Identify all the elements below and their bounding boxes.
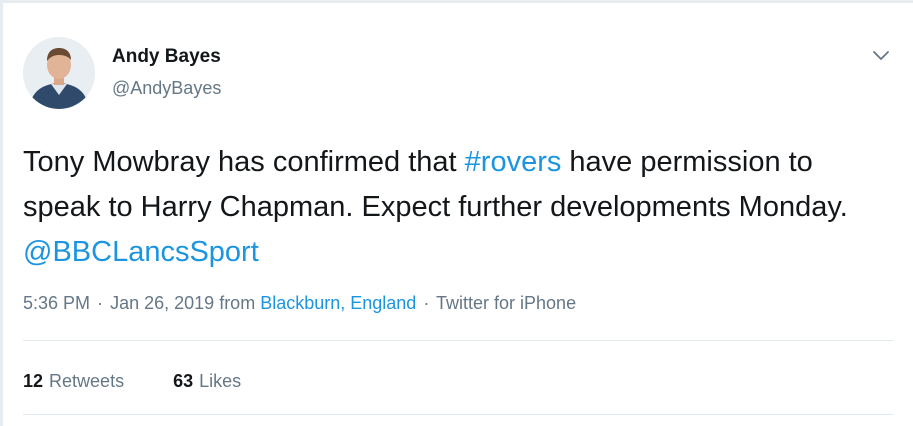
tweet-source[interactable]: Twitter for iPhone <box>436 293 576 313</box>
meta-separator: · <box>97 293 104 313</box>
tweet-date[interactable]: Jan 26, 2019 <box>110 293 214 313</box>
likes-label: Likes <box>199 371 242 391</box>
tweet-text-part: Tony Mowbray has confirmed that <box>23 146 465 178</box>
tweet-text: Tony Mowbray has confirmed that #rovers … <box>23 140 883 275</box>
tweet-card: Andy Bayes @AndyBayes Tony Mowbray has c… <box>3 3 913 426</box>
mention-link[interactable]: @BBCLancsSport <box>23 236 259 268</box>
retweets-label: Retweets <box>49 371 125 391</box>
avatar[interactable] <box>23 37 95 109</box>
author-display-name[interactable]: Andy Bayes <box>112 46 221 68</box>
chevron-down-icon[interactable] <box>869 43 893 67</box>
author-handle[interactable]: @AndyBayes <box>112 78 221 99</box>
meta-separator: · <box>423 293 430 313</box>
tweet-stats: 12 Retweets 63 Likes <box>23 371 241 392</box>
location-link[interactable]: Blackburn, England <box>260 293 416 313</box>
retweets-stat[interactable]: 12 Retweets <box>23 371 124 392</box>
from-label: from <box>219 293 256 313</box>
retweets-count: 12 <box>23 371 44 391</box>
tweet-meta: 5:36 PM · Jan 26, 2019 from Blackburn, E… <box>23 293 576 314</box>
likes-stat[interactable]: 63 Likes <box>173 371 241 392</box>
avatar-photo <box>23 37 95 109</box>
divider-bottom <box>23 414 893 415</box>
tweet-time[interactable]: 5:36 PM <box>23 293 90 313</box>
hashtag-link[interactable]: #rovers <box>465 146 562 178</box>
likes-count: 63 <box>173 371 194 391</box>
divider-top <box>23 340 893 341</box>
